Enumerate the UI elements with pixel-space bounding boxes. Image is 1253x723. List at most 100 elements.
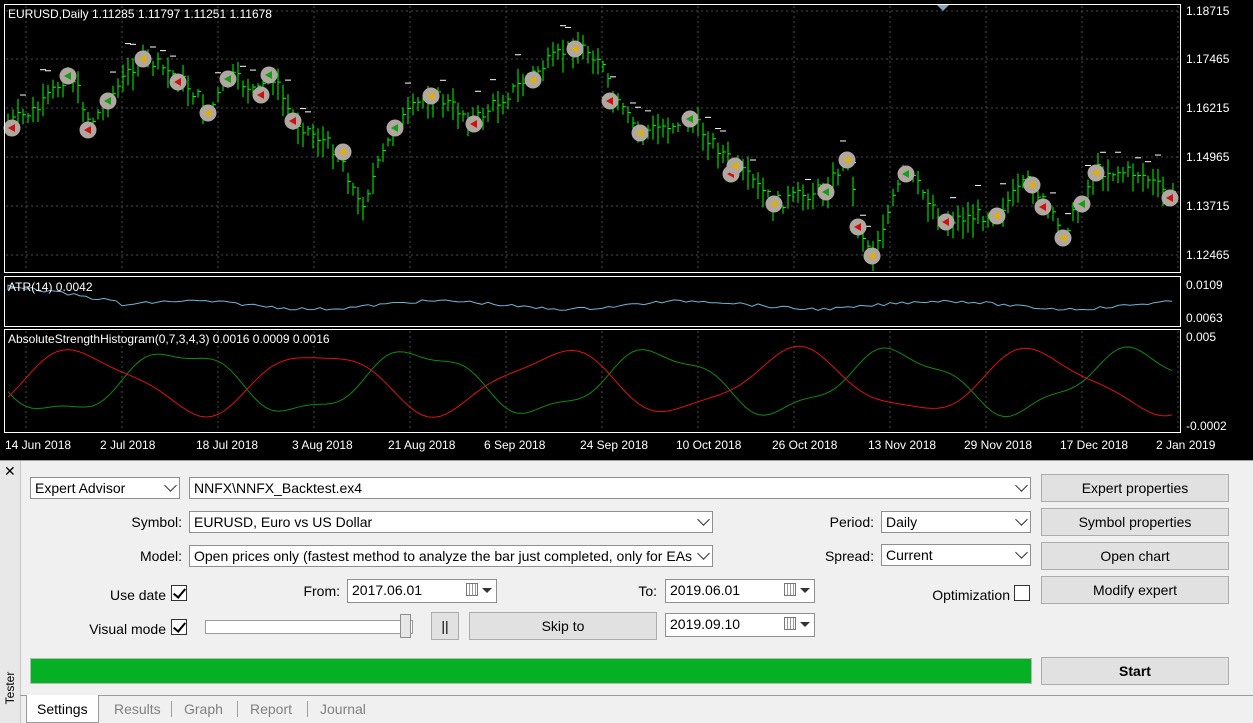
mode-select-value: Expert Advisor bbox=[35, 480, 126, 496]
chevron-down-icon[interactable] bbox=[694, 546, 712, 566]
chevron-down-icon[interactable] bbox=[1012, 512, 1030, 532]
test-progress-bar bbox=[30, 658, 1032, 684]
to-date-picker[interactable]: 2019.06.01 bbox=[665, 579, 815, 603]
expert-properties-button[interactable]: Expert properties bbox=[1041, 474, 1229, 502]
check-icon bbox=[172, 585, 187, 599]
date-tick: 2 Jan 2019 bbox=[1156, 438, 1216, 452]
date-tick: 13 Nov 2018 bbox=[868, 438, 937, 452]
trade-markers bbox=[3, 40, 1179, 265]
start-button[interactable]: Start bbox=[1041, 657, 1229, 685]
price-tick: 1.14965 bbox=[1186, 150, 1230, 164]
modify-expert-button[interactable]: Modify expert bbox=[1041, 576, 1229, 604]
dropdown-arrow-icon[interactable] bbox=[796, 614, 814, 634]
to-date-value: 2019.06.01 bbox=[670, 582, 741, 598]
optimization-checkbox[interactable] bbox=[1014, 585, 1030, 601]
date-tick: 6 Sep 2018 bbox=[484, 438, 546, 452]
chart-shift-icon bbox=[937, 5, 949, 11]
atr-label: ATR(14) 0.0042 bbox=[8, 280, 93, 294]
date-tick: 10 Oct 2018 bbox=[676, 438, 742, 452]
dropdown-arrow-icon[interactable] bbox=[796, 580, 814, 600]
from-label: From: bbox=[303, 583, 340, 599]
atr-tick: 0.0063 bbox=[1186, 311, 1223, 325]
model-select-value: Open prices only (fastest method to anal… bbox=[194, 548, 713, 564]
tab-separator bbox=[237, 701, 238, 717]
tab-settings[interactable]: Settings bbox=[26, 695, 99, 723]
visual-mode-label: Visual mode bbox=[89, 621, 166, 637]
date-tick: 2 Jul 2018 bbox=[100, 438, 156, 452]
ash-bull-line bbox=[7, 346, 1173, 418]
atr-line bbox=[7, 284, 1173, 311]
price-tick: 1.17465 bbox=[1186, 52, 1230, 66]
tab-graph[interactable]: Graph bbox=[174, 696, 233, 722]
date-tick: 3 Aug 2018 bbox=[292, 438, 353, 452]
ash-tick: 0.005 bbox=[1186, 330, 1217, 344]
price-candles bbox=[7, 25, 1176, 271]
price-tick: 1.18715 bbox=[1186, 4, 1230, 18]
chart-symbol-info: EURUSD,Daily 1.11285 1.11797 1.11251 1.1… bbox=[8, 7, 272, 21]
chart-canvas[interactable] bbox=[0, 0, 1253, 460]
symbol-label: Symbol: bbox=[131, 514, 182, 530]
period-select[interactable]: Daily bbox=[881, 511, 1031, 533]
from-date-picker[interactable]: 2017.06.01 bbox=[347, 579, 497, 603]
date-tick: 14 Jun 2018 bbox=[5, 438, 72, 452]
date-tick: 18 Jul 2018 bbox=[196, 438, 259, 452]
tester-sidebar: ✕ Tester bbox=[0, 461, 21, 723]
skip-to-date-value: 2019.09.10 bbox=[670, 616, 741, 632]
visual-speed-slider-track[interactable] bbox=[205, 620, 413, 634]
date-tick: 26 Oct 2018 bbox=[772, 438, 838, 452]
chart-window[interactable]: EURUSD,Daily 1.11285 1.11797 1.11251 1.1… bbox=[0, 0, 1253, 460]
skip-to-date-picker[interactable]: 2019.09.10 bbox=[665, 613, 815, 637]
chevron-down-icon[interactable] bbox=[1012, 545, 1030, 565]
tab-report[interactable]: Report bbox=[240, 696, 302, 722]
symbol-properties-button[interactable]: Symbol properties bbox=[1041, 508, 1229, 536]
expert-file-value: NNFX\NNFX_Backtest.ex4 bbox=[194, 480, 363, 496]
symbol-select[interactable]: EURUSD, Euro vs US Dollar bbox=[189, 511, 713, 533]
test-progress-fill bbox=[31, 659, 1031, 683]
spread-select[interactable]: Current bbox=[881, 544, 1031, 566]
symbol-select-value: EURUSD, Euro vs US Dollar bbox=[194, 514, 373, 530]
tab-results[interactable]: Results bbox=[104, 696, 171, 722]
period-label: Period: bbox=[829, 514, 874, 530]
calendar-icon[interactable] bbox=[466, 583, 478, 596]
mode-select[interactable]: Expert Advisor bbox=[30, 477, 180, 499]
visual-mode-checkbox[interactable] bbox=[171, 619, 187, 635]
use-date-checkbox[interactable] bbox=[171, 585, 187, 601]
pause-button[interactable]: || bbox=[431, 612, 459, 640]
price-tick: 1.16215 bbox=[1186, 101, 1230, 115]
from-date-value: 2017.06.01 bbox=[352, 582, 423, 598]
check-icon bbox=[172, 619, 187, 633]
skip-to-button[interactable]: Skip to bbox=[469, 612, 657, 640]
use-date-label: Use date bbox=[109, 587, 166, 603]
chevron-down-icon[interactable] bbox=[1012, 478, 1030, 498]
date-tick: 29 Nov 2018 bbox=[964, 438, 1033, 452]
price-tick: 1.13715 bbox=[1186, 199, 1230, 213]
price-tick: 1.12465 bbox=[1186, 248, 1230, 262]
model-label: Model: bbox=[139, 548, 182, 564]
spread-label: Spread: bbox=[824, 548, 874, 564]
calendar-icon[interactable] bbox=[784, 617, 796, 630]
spread-select-value: Current bbox=[886, 547, 933, 563]
tab-separator bbox=[307, 701, 308, 717]
calendar-icon[interactable] bbox=[784, 583, 796, 596]
model-select[interactable]: Open prices only (fastest method to anal… bbox=[189, 545, 713, 567]
visual-speed-slider-handle[interactable] bbox=[400, 614, 411, 638]
date-tick: 17 Dec 2018 bbox=[1060, 438, 1129, 452]
open-chart-button[interactable]: Open chart bbox=[1041, 542, 1229, 570]
period-select-value: Daily bbox=[886, 514, 918, 530]
date-tick: 24 Sep 2018 bbox=[580, 438, 649, 452]
optimization-label: Optimization bbox=[932, 587, 1010, 603]
ash-indicator bbox=[7, 345, 1173, 418]
expert-file-select[interactable]: NNFX\NNFX_Backtest.ex4 bbox=[189, 477, 1031, 499]
atr-indicator bbox=[7, 284, 1173, 311]
price-panel-frame bbox=[4, 4, 1181, 273]
tab-journal[interactable]: Journal bbox=[310, 696, 376, 722]
chevron-down-icon[interactable] bbox=[161, 478, 179, 498]
ash-label: AbsoluteStrengthHistogram(0,7,3,4,3) 0.0… bbox=[8, 332, 330, 346]
chevron-down-icon[interactable] bbox=[694, 512, 712, 532]
tester-tabs: Settings Results Graph Report Journal bbox=[20, 695, 1253, 723]
atr-tick: 0.0109 bbox=[1186, 278, 1223, 292]
ash-bear-line bbox=[7, 345, 1173, 418]
tab-separator bbox=[171, 701, 172, 717]
close-icon[interactable]: ✕ bbox=[4, 464, 16, 478]
dropdown-arrow-icon[interactable] bbox=[478, 580, 496, 600]
